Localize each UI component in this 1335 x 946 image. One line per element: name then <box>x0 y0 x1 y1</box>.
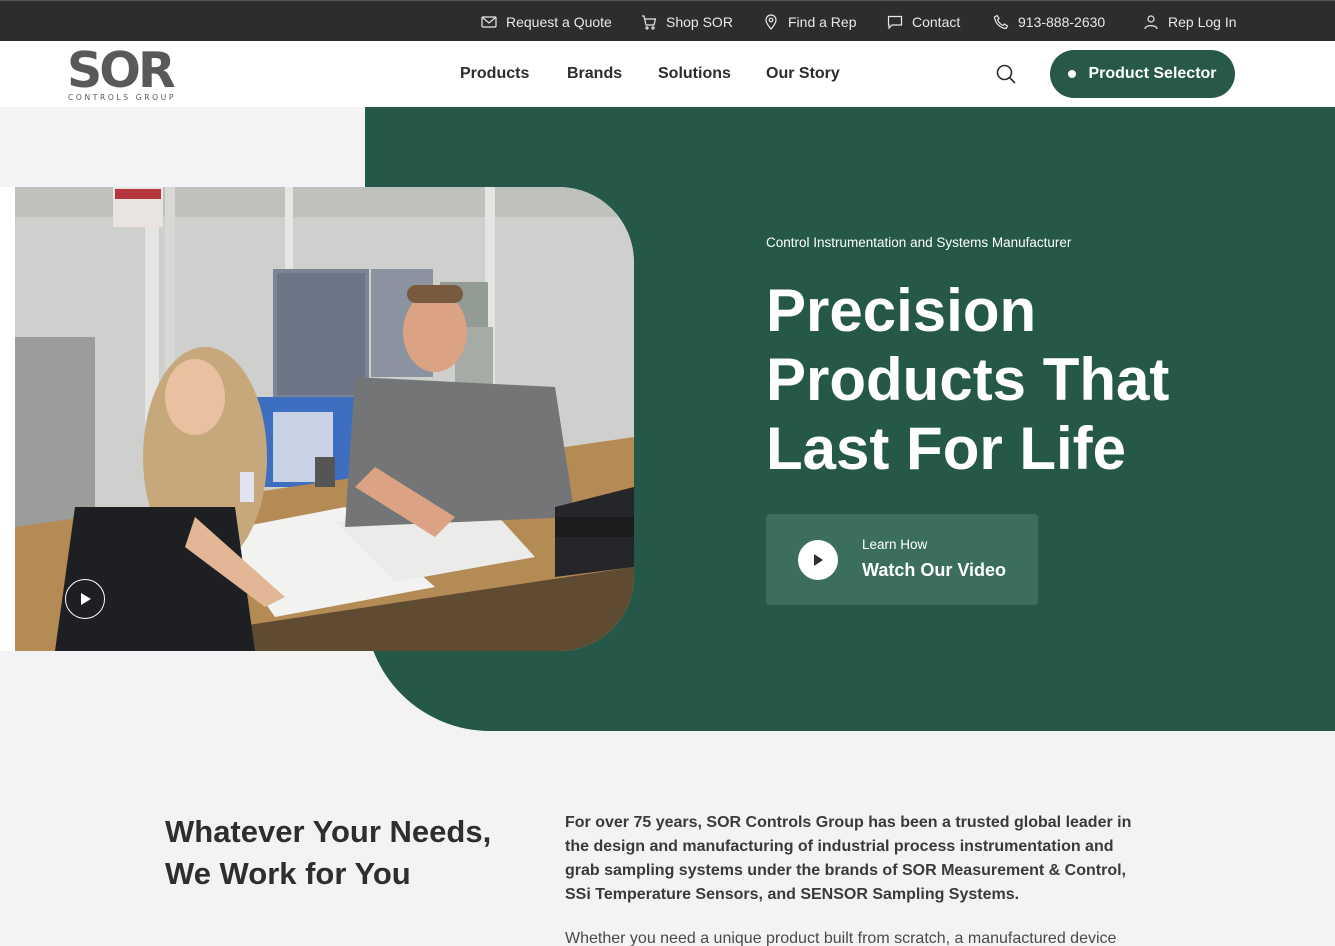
contact-link[interactable]: Contact <box>887 1 960 42</box>
chat-bubble-icon <box>887 15 903 29</box>
hero-headline: Precision Products That Last For Life <box>766 277 1170 482</box>
request-quote-link[interactable]: Request a Quote <box>481 1 612 42</box>
nav-solutions-label: Solutions <box>658 65 731 82</box>
nav-products-label: Products <box>460 65 530 82</box>
intro-lead: For over 75 years, SOR Controls Group ha… <box>565 814 1132 903</box>
location-pin-icon <box>765 13 777 30</box>
user-icon <box>1144 14 1158 29</box>
search-button[interactable] <box>994 62 1018 86</box>
hero-eyebrow: Control Instrumentation and Systems Manu… <box>766 235 1072 250</box>
nav-our-story[interactable]: Our Story <box>766 41 840 107</box>
cart-icon <box>642 14 657 30</box>
video-caption: Learn How <box>862 537 928 552</box>
request-quote-label: Request a Quote <box>506 13 612 30</box>
video-play-circle <box>798 540 838 580</box>
shop-sor-label: Shop SOR <box>666 13 733 30</box>
nav-solutions[interactable]: Solutions <box>658 41 731 107</box>
video-title: Watch Our Video <box>862 560 1007 580</box>
product-selector-button[interactable]: Product Selector <box>1050 50 1235 98</box>
contact-label: Contact <box>912 13 961 30</box>
find-rep-label: Find a Rep <box>788 13 857 30</box>
photo-frame-edge <box>0 187 15 651</box>
watch-video-button[interactable]: Learn How Watch Our Video <box>766 514 1038 605</box>
nav-products[interactable]: Products <box>460 41 529 107</box>
phone-label: 913-888-2630 <box>1018 13 1106 30</box>
nav-brands-label: Brands <box>567 65 623 82</box>
play-icon <box>814 554 823 566</box>
shop-sor-link[interactable]: Shop SOR <box>641 1 733 42</box>
find-rep-link[interactable]: Find a Rep <box>763 1 856 42</box>
rep-login-label: Rep Log In <box>1168 13 1237 30</box>
sor-logo[interactable]: SOR CONTROLS GROUP <box>67 42 178 103</box>
phone-icon <box>993 14 1009 29</box>
product-selector-label: Product Selector <box>1088 65 1217 82</box>
hero-photo <box>15 187 634 651</box>
logo-subtitle: CONTROLS GROUP <box>68 93 176 102</box>
nav-our-story-label: Our Story <box>766 65 840 82</box>
main-header: SOR CONTROLS GROUP Products Brands Solut… <box>0 41 1335 107</box>
logo-wordmark: SOR <box>67 45 175 99</box>
nav-brands[interactable]: Brands <box>567 41 622 107</box>
search-icon <box>996 64 1016 84</box>
phone-link[interactable]: 913-888-2630 <box>993 1 1105 42</box>
utility-bar: Request a Quote Shop SOR Find a Rep Cont… <box>0 0 1335 41</box>
intro-title: Whatever Your Needs, We Work for You <box>165 814 492 891</box>
intro-body: Whether you need a unique product built … <box>565 930 1117 946</box>
dot-icon <box>1068 70 1077 78</box>
photo-play-button[interactable] <box>65 579 105 619</box>
mail-icon <box>481 15 497 28</box>
rep-login-link[interactable]: Rep Log In <box>1143 1 1237 42</box>
play-icon <box>81 593 91 605</box>
